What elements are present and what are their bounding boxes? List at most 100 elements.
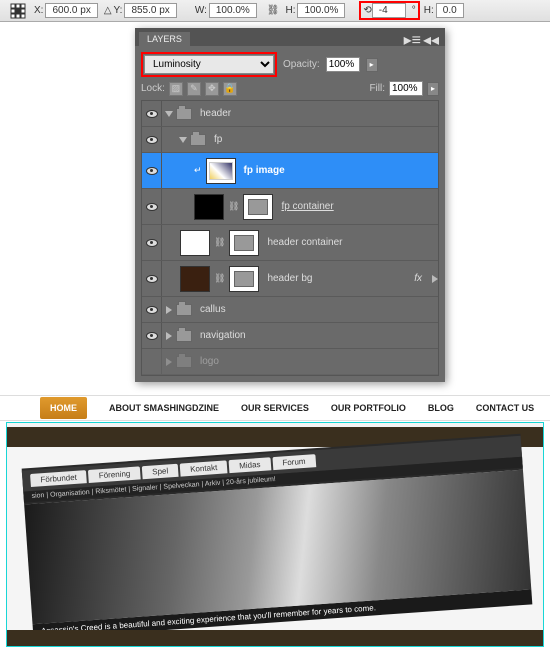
layers-tab[interactable]: LAYERS xyxy=(139,32,190,46)
nav-portfolio[interactable]: OUR PORTFOLIO xyxy=(331,403,406,413)
nav-blog[interactable]: BLOG xyxy=(428,403,454,413)
visibility-eye-icon[interactable] xyxy=(146,136,158,144)
layer-label: fp image xyxy=(244,165,285,176)
opacity-label: Opacity: xyxy=(283,59,320,70)
rotate-icon: ⟲ xyxy=(363,5,371,16)
transform-bounding-box[interactable]: Förbundet Förening Spel Kontakt Midas Fo… xyxy=(6,422,544,647)
visibility-eye-icon[interactable] xyxy=(146,203,158,211)
opacity-input[interactable] xyxy=(326,57,360,72)
layer-group-callus[interactable]: callus xyxy=(142,297,438,323)
panel-tabbar: LAYERS ▸≡ ◂◂ xyxy=(135,28,445,46)
disclosure-icon[interactable] xyxy=(166,358,172,366)
layer-fp-image[interactable]: ↵ fp image xyxy=(142,153,438,189)
game-tab: Spel xyxy=(142,464,179,479)
lock-transparency-icon[interactable]: ▨ xyxy=(169,82,183,96)
mask-thumbnail xyxy=(229,266,259,292)
game-tab: Förbundet xyxy=(30,470,87,487)
layer-label: logo xyxy=(200,356,219,367)
mask-thumbnail xyxy=(243,194,273,220)
degree-label: ° xyxy=(412,5,416,16)
folder-icon xyxy=(190,134,206,146)
folder-icon xyxy=(176,108,192,120)
layer-thumbnail xyxy=(180,266,210,292)
link-icon: ⛓ xyxy=(228,201,239,212)
disclosure-icon[interactable] xyxy=(166,332,172,340)
h2-label: H: xyxy=(424,5,434,16)
blend-mode-highlight: Luminosity xyxy=(141,52,277,77)
rotate-highlight: ⟲ -4 ° xyxy=(359,1,419,20)
layers-panel: LAYERS ▸≡ ◂◂ Luminosity Opacity: ▸ Lock:… xyxy=(135,28,445,382)
fill-input[interactable] xyxy=(389,81,423,96)
mask-thumbnail xyxy=(229,230,259,256)
layer-group-header[interactable]: header xyxy=(142,101,438,127)
x-label: X: xyxy=(34,5,43,16)
link-icon: ⛓ xyxy=(214,237,225,248)
nav-contact[interactable]: CONTACT US xyxy=(476,403,534,413)
layers-panel-body: Luminosity Opacity: ▸ Lock: ▨ ✎ ✥ 🔒 Fill… xyxy=(135,46,445,382)
h2-input[interactable]: 0.0 xyxy=(436,3,464,18)
layer-label: callus xyxy=(200,304,226,315)
game-tab: Midas xyxy=(229,457,271,473)
fp-image-content: Förbundet Förening Spel Kontakt Midas Fo… xyxy=(22,434,533,639)
footer-strip xyxy=(7,630,543,646)
panel-collapse-icon[interactable]: ◂◂ xyxy=(423,30,439,50)
folder-icon xyxy=(176,330,192,342)
h-label: H: xyxy=(285,5,295,16)
layer-label: header bg xyxy=(267,273,312,284)
lock-pixels-icon[interactable]: ✎ xyxy=(187,82,201,96)
layer-group-navigation[interactable]: navigation xyxy=(142,323,438,349)
fx-disclosure-icon[interactable] xyxy=(432,275,438,283)
layer-label: navigation xyxy=(200,330,246,341)
visibility-eye-icon[interactable] xyxy=(146,306,158,314)
folder-icon xyxy=(176,304,192,316)
layer-group-logo[interactable]: logo xyxy=(142,349,438,375)
reference-point-icon[interactable] xyxy=(10,3,26,19)
nav-services[interactable]: OUR SERVICES xyxy=(241,403,309,413)
fill-label: Fill: xyxy=(369,83,385,94)
nav-home[interactable]: HOME xyxy=(40,397,87,419)
layer-label: fp container xyxy=(281,201,333,212)
opacity-flyout-icon[interactable]: ▸ xyxy=(366,58,378,72)
transform-options-bar: X: 600.0 px △ Y: 855.0 px W: 100.0% ⛓ H:… xyxy=(0,0,550,22)
game-tab: Förening xyxy=(88,466,140,483)
lock-label: Lock: xyxy=(141,83,165,94)
layer-thumbnail xyxy=(206,158,236,184)
layer-label: header container xyxy=(267,237,342,248)
visibility-eye-icon[interactable] xyxy=(146,110,158,118)
w-input[interactable]: 100.0% xyxy=(209,3,257,18)
fx-indicator[interactable]: fx xyxy=(414,273,422,284)
lock-all-icon[interactable]: 🔒 xyxy=(223,82,237,96)
panel-menu-icon[interactable]: ▸≡ xyxy=(404,30,421,50)
layer-fp-container[interactable]: ⛓ fp container xyxy=(142,189,438,225)
game-tab: Kontakt xyxy=(180,460,228,476)
rotate-input[interactable]: -4 xyxy=(372,3,406,18)
visibility-eye-icon[interactable] xyxy=(146,239,158,247)
nav-about[interactable]: ABOUT SMASHINGDZINE xyxy=(109,403,219,413)
h-input[interactable]: 100.0% xyxy=(297,3,345,18)
layer-thumbnail xyxy=(194,194,224,220)
link-icon: ⛓ xyxy=(214,273,225,284)
y-label: Y: xyxy=(114,5,123,16)
layer-header-container[interactable]: ⛓ header container xyxy=(142,225,438,261)
y-input[interactable]: 855.0 px xyxy=(124,3,176,18)
link-icon[interactable]: ⛓ xyxy=(267,5,280,16)
x-input[interactable]: 600.0 px xyxy=(45,3,97,18)
visibility-eye-icon[interactable] xyxy=(146,275,158,283)
canvas-preview: HOME ABOUT SMASHINGDZINE OUR SERVICES OU… xyxy=(0,395,550,648)
layer-label: header xyxy=(200,108,231,119)
layer-thumbnail xyxy=(180,230,210,256)
layer-header-bg[interactable]: ⛓ header bg fx xyxy=(142,261,438,297)
disclosure-icon[interactable] xyxy=(179,137,187,143)
disclosure-icon[interactable] xyxy=(165,111,173,117)
lock-position-icon[interactable]: ✥ xyxy=(205,82,219,96)
layer-group-fp[interactable]: fp xyxy=(142,127,438,153)
visibility-eye-icon[interactable] xyxy=(146,332,158,340)
delta-icon: △ xyxy=(104,5,112,16)
disclosure-icon[interactable] xyxy=(166,306,172,314)
fill-flyout-icon[interactable]: ▸ xyxy=(427,82,439,96)
blend-mode-select[interactable]: Luminosity xyxy=(144,55,274,74)
game-tab: Forum xyxy=(272,454,316,470)
visibility-eye-icon[interactable] xyxy=(146,167,158,175)
site-nav: HOME ABOUT SMASHINGDZINE OUR SERVICES OU… xyxy=(0,395,550,421)
w-label: W: xyxy=(195,5,207,16)
